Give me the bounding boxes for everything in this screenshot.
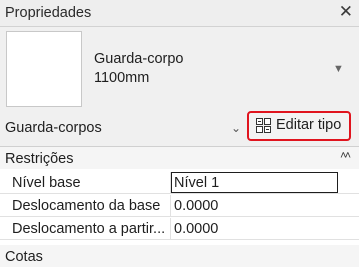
palette-title: Propriedades [5,5,92,21]
property-value-field[interactable]: Nível 1 [171,172,338,193]
edit-type-icon [256,118,271,133]
type-preview-thumbnail [6,31,82,107]
property-value[interactable]: 0.0000 [174,221,218,237]
property-value: Nível 1 [174,175,220,191]
group-label: Restrições [5,151,74,167]
type-selector[interactable]: Guarda-corpo 1100mm ▼ Guarda-corpos ⌄ Ed… [0,27,359,146]
properties-palette: Propriedades ✕ Guarda-corpo 1100mm ▼ Gua… [0,0,359,268]
property-name: Nível base [12,175,81,191]
close-icon[interactable]: ✕ [339,2,353,22]
edit-type-label: Editar tipo [276,117,342,133]
properties-grid: Restrições ˄˄ Nível base Nível 1 Desloca… [0,146,359,268]
chevron-down-icon[interactable]: ⌄ [231,121,241,135]
collapse-icon[interactable]: ˄˄ [340,150,351,162]
property-name: Deslocamento a partir... [12,221,166,237]
property-name: Deslocamento da base [12,198,161,214]
edit-type-button[interactable]: Editar tipo [247,111,351,141]
group-header-cotas[interactable]: Cotas [0,245,359,267]
type-size-name: 1100mm [94,70,150,86]
type-name: Guarda-corpo 1100mm [94,50,183,88]
palette-titlebar[interactable]: Propriedades ✕ [0,0,359,27]
column-divider [170,195,171,217]
property-row-deslocamento-partir[interactable]: Deslocamento a partir... 0.0000 [0,218,359,240]
property-row-nivel-base[interactable]: Nível base Nível 1 [0,172,359,194]
property-value[interactable]: 0.0000 [174,198,218,214]
property-row-deslocamento-base[interactable]: Deslocamento da base 0.0000 [0,195,359,217]
group-label: Cotas [5,249,43,265]
type-family-name: Guarda-corpo [94,51,184,67]
chevron-down-icon[interactable]: ▼ [333,63,344,75]
column-divider [170,218,171,240]
group-header-restricoes[interactable]: Restrições ˄˄ [0,147,359,169]
family-filter-label: Guarda-corpos [5,120,102,136]
